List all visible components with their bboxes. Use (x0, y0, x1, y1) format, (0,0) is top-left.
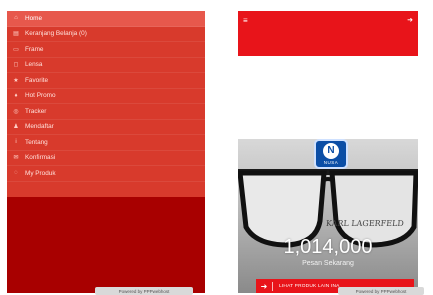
menu-item-about[interactable]: i Tentang (7, 135, 205, 151)
frame-icon: ▭ (13, 46, 19, 53)
menu-item-register[interactable]: ♟ Mendaftar (7, 120, 205, 135)
lens-brand-text: KARL LAGERFELD (325, 219, 405, 228)
powered-by-badge-right[interactable]: Powered by PPPwebhost (338, 287, 424, 295)
menu-item-lens[interactable]: ◻ Lensa (7, 58, 205, 73)
menu-item-label: My Produk (25, 169, 56, 177)
side-menu: ⌂ Home ▤ Keranjang Belanja (0) ▭ Frame ◻… (7, 11, 205, 197)
top-app-bar: ≡ ➜ (238, 11, 418, 56)
menu-item-my-product[interactable]: ◌ My Produk (7, 166, 205, 182)
confirm-icon: ✉ (13, 155, 19, 162)
powered-by-badge[interactable]: Powered by PPPwebhost (95, 287, 193, 295)
favorite-icon: ★ (13, 77, 19, 84)
menu-item-label: Keranjang Belanja (0) (25, 30, 87, 38)
menu-item-tracker[interactable]: ◎ Tracker (7, 104, 205, 120)
menu-item-label: Tracker (25, 107, 47, 115)
order-now-link[interactable]: Pesan Sekarang (238, 260, 418, 267)
hamburger-menu-icon[interactable]: ≡ (243, 17, 248, 25)
home-icon: ⌂ (14, 15, 18, 22)
menu-item-hot-promo[interactable]: ♦ Hot Promo (7, 89, 205, 104)
menu-item-label: Favorite (25, 76, 49, 84)
register-icon: ♟ (13, 124, 19, 131)
logo-letter: N (323, 143, 339, 159)
cta-label: LIHAT PRODUK LAIN INA (279, 283, 340, 289)
product-price: 1,014,000 (283, 236, 373, 258)
lens-icon: ◻ (13, 62, 19, 69)
menu-item-label: Konfirmasi (25, 154, 56, 162)
nusa-logo: N NUSA (314, 139, 348, 169)
side-menu-screen: ⌂ Home ▤ Keranjang Belanja (0) ▭ Frame ◻… (7, 11, 205, 293)
logo-text: NUSA (323, 160, 339, 165)
divider (272, 281, 273, 291)
menu-item-home[interactable]: ⌂ Home (7, 11, 205, 27)
app-home-screen: ≡ ➜ N NUSA KARL LAGERFELD 1,014,000 Pesa… (238, 11, 418, 293)
cart-icon: ▤ (13, 31, 19, 38)
menu-item-label: Frame (25, 45, 44, 53)
menu-item-confirm[interactable]: ✉ Konfirmasi (7, 151, 205, 166)
menu-item-cart[interactable]: ▤ Keranjang Belanja (0) (7, 27, 205, 42)
product-icon: ◌ (14, 170, 18, 177)
promo-icon: ♦ (14, 92, 18, 99)
menu-item-label: Tentang (25, 138, 48, 146)
menu-item-frame[interactable]: ▭ Frame (7, 42, 205, 58)
product-banner[interactable]: N NUSA KARL LAGERFELD 1,014,000 Pesan Se… (238, 139, 418, 293)
tracker-icon: ◎ (13, 108, 19, 115)
menu-item-label: Hot Promo (25, 92, 56, 100)
arrow-right-icon: ➜ (260, 281, 268, 291)
logout-icon[interactable]: ➜ (407, 17, 413, 25)
menu-item-label: Mendaftar (25, 123, 54, 131)
info-icon: i (15, 139, 17, 146)
menu-item-label: Lensa (25, 61, 43, 69)
menu-item-label: Home (25, 14, 43, 22)
menu-item-favorite[interactable]: ★ Favorite (7, 73, 205, 89)
